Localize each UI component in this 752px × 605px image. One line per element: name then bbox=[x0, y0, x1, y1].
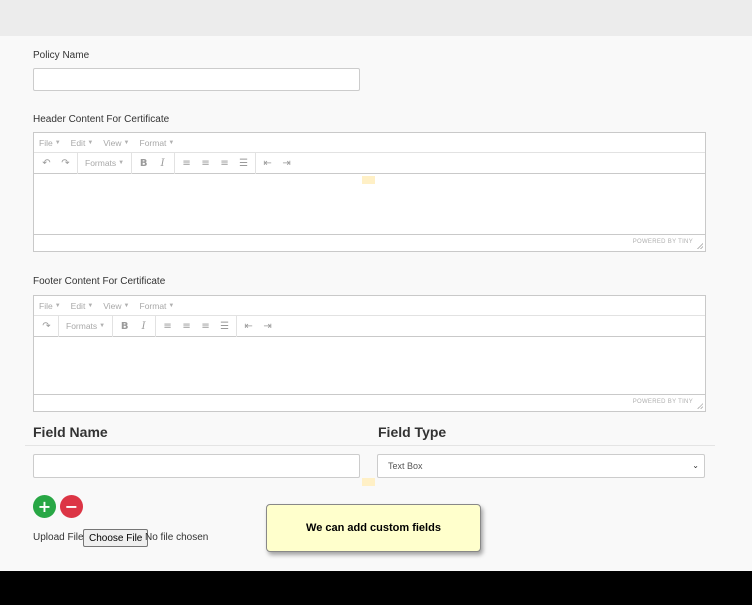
file-status-text: No file chosen bbox=[145, 532, 209, 543]
custom-fields-tooltip: We can add custom fields bbox=[266, 504, 481, 552]
field-type-selected: Text Box bbox=[388, 461, 423, 471]
align-justify-icon[interactable]: ☰ bbox=[234, 154, 253, 172]
toolbar-separator bbox=[255, 152, 257, 174]
toolbar-separator bbox=[77, 152, 78, 174]
editor-menubar: File ▼ Edit ▼ View ▼ Format ▼ bbox=[34, 296, 705, 316]
editor-toolbar: ↷ Formats ▼ B I ≡ ≡ ≡ ☰ ⇤ ⇥ bbox=[34, 315, 705, 337]
highlight-marker bbox=[362, 478, 375, 486]
powered-by-label: POWERED BY TINY bbox=[632, 239, 693, 245]
footer-content-label: Footer Content For Certificate bbox=[33, 276, 166, 287]
editor-statusbar: POWERED BY TINY bbox=[34, 235, 705, 251]
header-editor: File ▼ Edit ▼ View ▼ Format ▼ ↶ ↷ Formats ▼ B… bbox=[33, 132, 706, 252]
italic-icon[interactable]: I bbox=[134, 317, 153, 335]
toolbar-separator bbox=[174, 152, 176, 174]
redo-icon[interactable]: ↷ bbox=[56, 154, 75, 172]
menu-format[interactable]: Format ▼ bbox=[140, 301, 175, 311]
choose-file-button[interactable]: Choose File bbox=[83, 529, 149, 547]
editor-menubar: File ▼ Edit ▼ View ▼ Format ▼ bbox=[34, 133, 705, 153]
editor-statusbar: POWERED BY TINY bbox=[34, 395, 705, 411]
redo-icon[interactable]: ↷ bbox=[37, 317, 56, 335]
align-justify-icon[interactable]: ☰ bbox=[215, 317, 234, 335]
outdent-icon[interactable]: ⇤ bbox=[239, 317, 258, 335]
field-type-heading: Field Type bbox=[378, 424, 447, 440]
formats-dropdown[interactable]: Formats ▼ bbox=[80, 158, 129, 168]
menu-edit[interactable]: Edit ▼ bbox=[71, 138, 94, 148]
toolbar-separator bbox=[155, 315, 157, 337]
toolbar-separator bbox=[131, 152, 133, 174]
highlight-marker bbox=[362, 176, 375, 184]
undo-icon[interactable]: ↶ bbox=[37, 154, 56, 172]
menu-format[interactable]: Format ▼ bbox=[140, 138, 175, 148]
footer-editor: File ▼ Edit ▼ View ▼ Format ▼ ↷ Formats ▼ B I… bbox=[33, 295, 706, 412]
resize-handle-icon[interactable] bbox=[697, 243, 703, 249]
align-left-icon[interactable]: ≡ bbox=[177, 154, 196, 172]
toolbar-separator bbox=[236, 315, 238, 337]
field-name-heading: Field Name bbox=[33, 424, 108, 440]
bold-icon[interactable]: B bbox=[115, 317, 134, 335]
policy-name-label: Policy Name bbox=[33, 50, 90, 61]
align-left-icon[interactable]: ≡ bbox=[158, 317, 177, 335]
field-type-select[interactable]: Text Box ⌄ bbox=[377, 454, 705, 478]
editor-toolbar: ↶ ↷ Formats ▼ B I ≡ ≡ ≡ ☰ ⇤ ⇥ bbox=[34, 152, 705, 174]
powered-by-label: POWERED BY TINY bbox=[632, 399, 693, 405]
add-field-button[interactable]: + bbox=[33, 495, 56, 518]
menu-file[interactable]: File ▼ bbox=[39, 301, 61, 311]
footer-edit-area[interactable] bbox=[34, 337, 705, 395]
align-right-icon[interactable]: ≡ bbox=[215, 154, 234, 172]
resize-handle-icon[interactable] bbox=[697, 403, 703, 409]
align-right-icon[interactable]: ≡ bbox=[196, 317, 215, 335]
outdent-icon[interactable]: ⇤ bbox=[258, 154, 277, 172]
indent-icon[interactable]: ⇥ bbox=[277, 154, 296, 172]
header-content-label: Header Content For Certificate bbox=[33, 114, 170, 125]
top-bar bbox=[0, 0, 752, 36]
formats-dropdown[interactable]: Formats ▼ bbox=[61, 321, 110, 331]
align-center-icon[interactable]: ≡ bbox=[196, 154, 215, 172]
toolbar-separator bbox=[58, 315, 59, 337]
menu-view[interactable]: View ▼ bbox=[103, 301, 129, 311]
menu-view[interactable]: View ▼ bbox=[103, 138, 129, 148]
menu-file[interactable]: File ▼ bbox=[39, 138, 61, 148]
align-center-icon[interactable]: ≡ bbox=[177, 317, 196, 335]
policy-name-input[interactable] bbox=[33, 68, 360, 91]
chevron-down-icon: ⌄ bbox=[692, 461, 699, 470]
section-divider bbox=[25, 445, 715, 446]
upload-file-label: Upload File bbox=[33, 532, 84, 543]
remove-field-button[interactable]: − bbox=[60, 495, 83, 518]
toolbar-separator bbox=[112, 315, 114, 337]
field-name-input[interactable] bbox=[33, 454, 360, 478]
menu-edit[interactable]: Edit ▼ bbox=[71, 301, 94, 311]
indent-icon[interactable]: ⇥ bbox=[258, 317, 277, 335]
italic-icon[interactable]: I bbox=[153, 154, 172, 172]
bold-icon[interactable]: B bbox=[134, 154, 153, 172]
